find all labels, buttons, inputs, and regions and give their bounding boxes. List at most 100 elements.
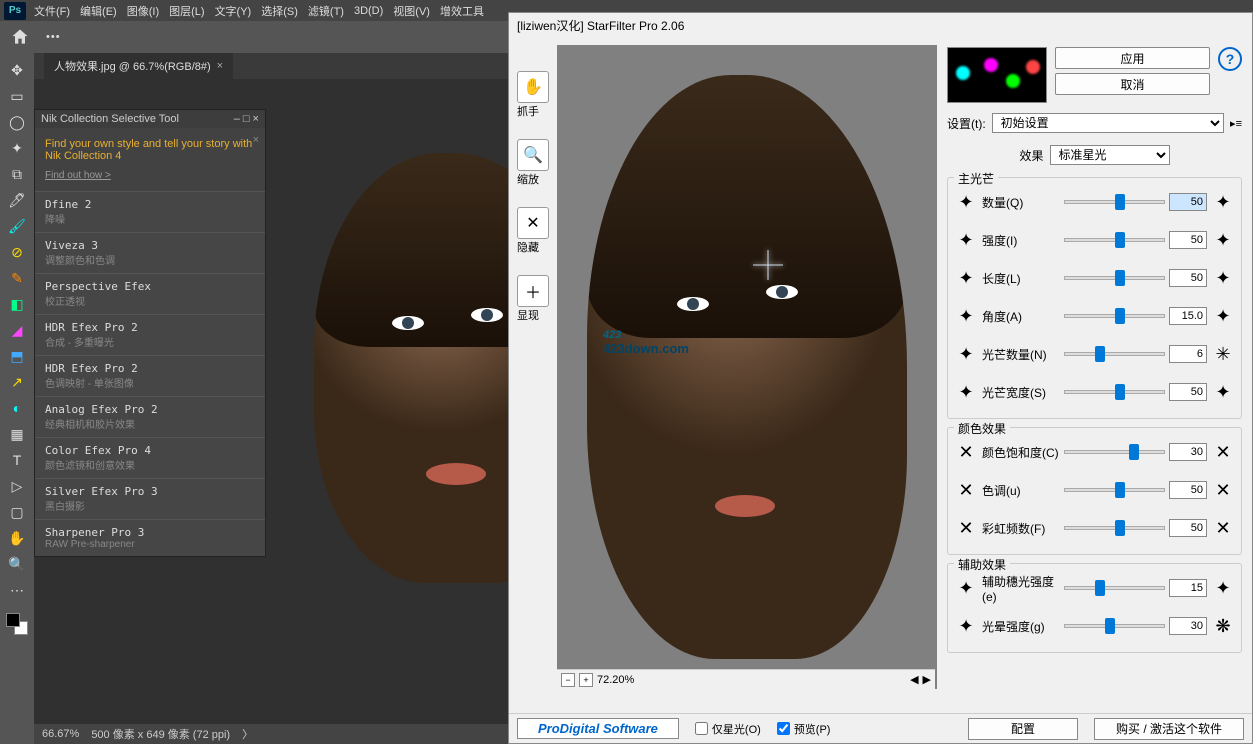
chevron-right-icon[interactable]: 〉 xyxy=(242,726,253,742)
tool-11[interactable]: ◐ xyxy=(6,397,28,419)
menu-plugins[interactable]: 增效工具 xyxy=(440,3,484,19)
apply-button[interactable]: 应用 xyxy=(1055,47,1210,69)
menu-layer[interactable]: 图层(L) xyxy=(169,3,204,19)
nik-item-desc: 调整颜色和色调 xyxy=(45,252,255,267)
zoom-value: 72.20% xyxy=(597,674,634,686)
sf-preview[interactable]: 423423down.com − + 72.20% ◀ ▶ xyxy=(557,45,937,689)
home-icon[interactable] xyxy=(10,27,30,47)
panel-controls[interactable]: – □ × xyxy=(234,113,259,125)
document-tab[interactable]: 人物效果.jpg @ 66.7%(RGB/8#) × xyxy=(44,53,233,79)
nik-item[interactable]: Color Efex Pro 4颜色滤镜和创意效果 xyxy=(35,437,265,478)
param-label: 色调(u) xyxy=(982,482,1060,499)
tool-gradient[interactable]: ▦ xyxy=(6,423,28,445)
tool-eyedrop[interactable]: 🖊 xyxy=(6,189,28,211)
param-value[interactable] xyxy=(1169,443,1207,461)
param-value[interactable] xyxy=(1169,345,1207,363)
param-value[interactable] xyxy=(1169,269,1207,287)
nik-titlebar[interactable]: Nik Collection Selective Tool – □ × xyxy=(35,110,265,128)
sf-tool-label: 抓手 xyxy=(517,103,549,119)
tool-marquee[interactable]: ▭ xyxy=(6,85,28,107)
tool-hand[interactable]: ✋ xyxy=(6,527,28,549)
param-slider[interactable] xyxy=(1064,526,1165,530)
close-icon[interactable]: × xyxy=(217,60,223,72)
tool-10[interactable]: ↗ xyxy=(6,371,28,393)
tool-shape[interactable]: ▢ xyxy=(6,501,28,523)
sf-tool-button[interactable]: ✋ xyxy=(517,71,549,103)
tool-6[interactable]: ✎ xyxy=(6,267,28,289)
param-slider[interactable] xyxy=(1064,276,1165,280)
menu-select[interactable]: 选择(S) xyxy=(261,3,298,19)
param-slider[interactable] xyxy=(1064,352,1165,356)
nik-item[interactable]: HDR Efex Pro 2合成 - 多重曝光 xyxy=(35,314,265,355)
star-only-checkbox[interactable]: 仅星光(O) xyxy=(695,721,761,737)
tool-8[interactable]: ◢ xyxy=(6,319,28,341)
effect-select[interactable]: 标准星光 xyxy=(1050,145,1170,165)
zoom-in-button[interactable]: + xyxy=(579,673,593,687)
tool-more[interactable]: ⋯ xyxy=(6,579,28,601)
param-slider[interactable] xyxy=(1064,624,1165,628)
zoom-out-button[interactable]: − xyxy=(561,673,575,687)
tool-brush[interactable]: 🖌 xyxy=(6,215,28,237)
param-slider[interactable] xyxy=(1064,488,1165,492)
menu-filter[interactable]: 滤镜(T) xyxy=(308,3,344,19)
param-value[interactable] xyxy=(1169,481,1207,499)
tool-crop[interactable]: ⧉ xyxy=(6,163,28,185)
menu-text[interactable]: 文字(Y) xyxy=(215,3,252,19)
menu-3d[interactable]: 3D(D) xyxy=(354,5,383,17)
param-slider[interactable] xyxy=(1064,390,1165,394)
param-slider[interactable] xyxy=(1064,314,1165,318)
color-swatch[interactable] xyxy=(6,613,28,635)
nik-item[interactable]: Dfine 2降噪 xyxy=(35,191,265,232)
tool-move[interactable]: ✥ xyxy=(6,59,28,81)
preview-checkbox[interactable]: 预览(P) xyxy=(777,721,831,737)
param-value[interactable] xyxy=(1169,617,1207,635)
param-slider[interactable] xyxy=(1064,200,1165,204)
param-value[interactable] xyxy=(1169,519,1207,537)
chevron-right-icon[interactable]: ▶ xyxy=(923,673,931,686)
sf-tool-button[interactable]: 🔍 xyxy=(517,139,549,171)
tool-text[interactable]: T xyxy=(6,449,28,471)
menu-edit[interactable]: 编辑(E) xyxy=(80,3,117,19)
config-button[interactable]: 配置 xyxy=(968,718,1078,740)
menu-file[interactable]: 文件(F) xyxy=(34,3,70,19)
nik-item[interactable]: Perspective Efex校正透视 xyxy=(35,273,265,314)
tool-heal[interactable]: ⊘ xyxy=(6,241,28,263)
sf-tool-button[interactable]: ✕ xyxy=(517,207,549,239)
cancel-button[interactable]: 取消 xyxy=(1055,73,1210,95)
param-slider[interactable] xyxy=(1064,586,1165,590)
dialog-title[interactable]: [liziwen汉化] StarFilter Pro 2.06 xyxy=(509,13,1252,41)
param-slider[interactable] xyxy=(1064,450,1165,454)
chevron-left-icon[interactable]: ◀ xyxy=(910,673,918,686)
param-value[interactable] xyxy=(1169,307,1207,325)
nik-item[interactable]: Sharpener Pro 3RAW Pre-sharpener xyxy=(35,519,265,556)
menu-icon[interactable]: ▸≡ xyxy=(1230,117,1242,130)
param-icon-right: ✦ xyxy=(1211,190,1235,214)
buy-button[interactable]: 购买 / 激活这个软件 xyxy=(1094,718,1244,740)
close-icon[interactable]: × xyxy=(253,134,259,146)
tool-wand[interactable]: ✦ xyxy=(6,137,28,159)
nik-item-name: Perspective Efex xyxy=(45,280,255,293)
param-slider[interactable] xyxy=(1064,238,1165,242)
param-value[interactable] xyxy=(1169,193,1207,211)
tool-9[interactable]: ⬒ xyxy=(6,345,28,367)
tool-7[interactable]: ◧ xyxy=(6,293,28,315)
nik-item[interactable]: HDR Efex Pro 2色调映射 - 单张图像 xyxy=(35,355,265,396)
param-icon-left: ✦ xyxy=(954,266,978,290)
menu-image[interactable]: 图像(I) xyxy=(127,3,159,19)
param-value[interactable] xyxy=(1169,383,1207,401)
nik-item[interactable]: Silver Efex Pro 3黑白摄影 xyxy=(35,478,265,519)
tool-zoom[interactable]: 🔍 xyxy=(6,553,28,575)
param-icon-right: ✦ xyxy=(1211,304,1235,328)
promo-link[interactable]: Find out how > xyxy=(45,170,255,181)
nik-item[interactable]: Viveza 3调整颜色和色调 xyxy=(35,232,265,273)
sf-tool-button[interactable]: ＋ xyxy=(517,275,549,307)
menu-view[interactable]: 视图(V) xyxy=(393,3,430,19)
param-value[interactable] xyxy=(1169,579,1207,597)
param-value[interactable] xyxy=(1169,231,1207,249)
tool-lasso[interactable]: ◯ xyxy=(6,111,28,133)
help-icon[interactable]: ? xyxy=(1218,47,1242,71)
nik-item[interactable]: Analog Efex Pro 2经典相机和胶片效果 xyxy=(35,396,265,437)
tool-path[interactable]: ▷ xyxy=(6,475,28,497)
more-icon[interactable]: ••• xyxy=(46,31,61,43)
settings-select[interactable]: 初始设置 xyxy=(992,113,1224,133)
